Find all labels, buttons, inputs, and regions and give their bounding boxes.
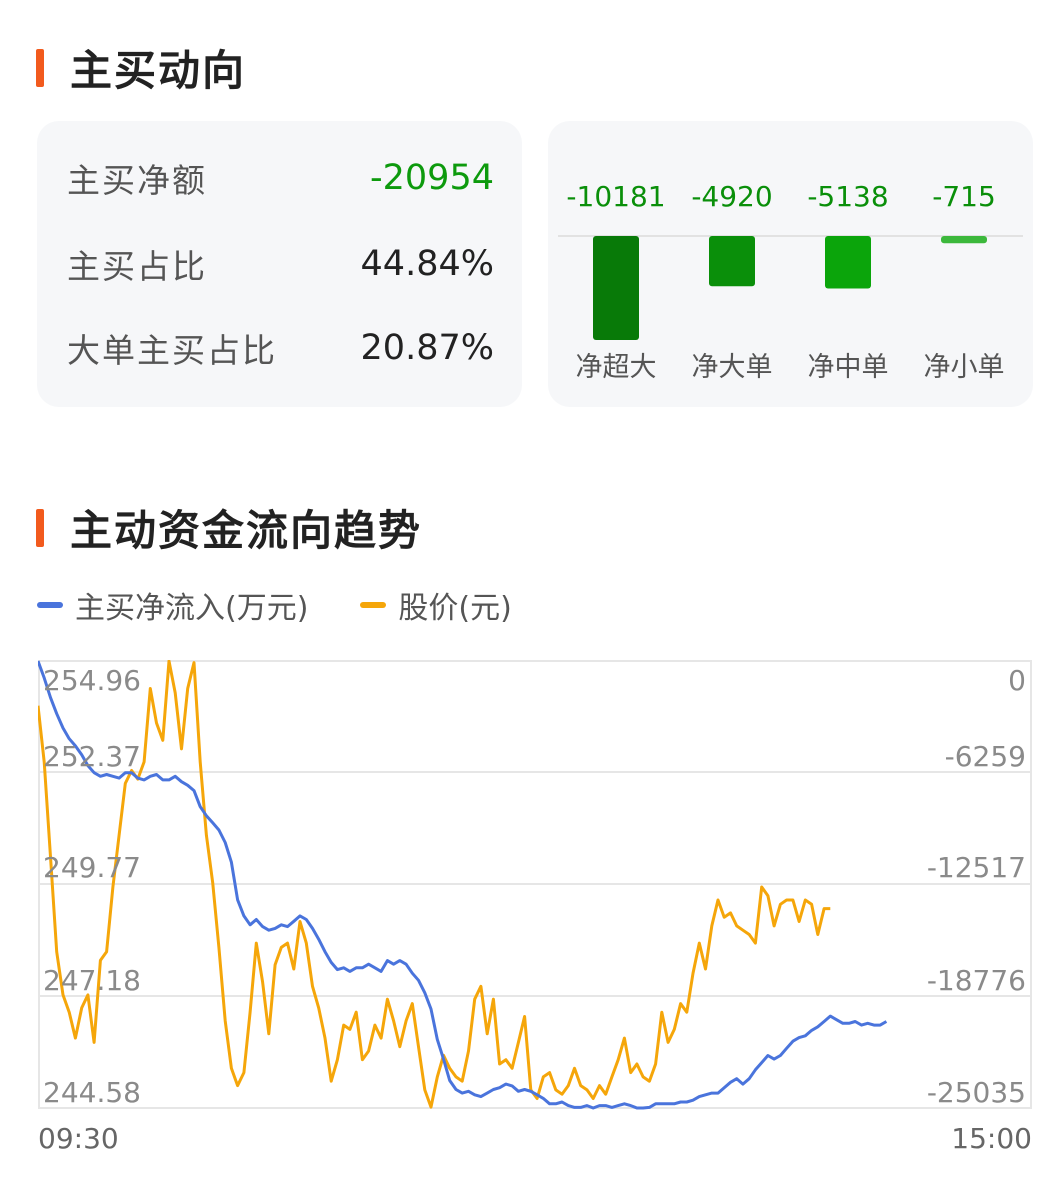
net-flow-category-label: 净大单 [692,352,773,383]
x-axis-end-label: 15:00 [951,1122,1032,1155]
net-flow-card: -10181 净超大 -4920 净大单 -5138 净中单 -715 净小单 [548,121,1033,407]
net-flow-value-label: -10181 [566,180,665,213]
summary-label: 主买净额 [67,161,207,200]
net-flow-bar-chart: -10181 净超大 -4920 净大单 -5138 净中单 -715 净小单 [558,180,1023,383]
summary-value: 44.84% [360,244,494,284]
summary-card: 主买净额 -20954 主买占比 44.84% 大单主买占比 20.87% [37,121,522,407]
summary-label: 主买占比 [67,247,207,286]
summary-row-large-ratio: 大单主买占比 20.87% [67,323,494,373]
legend-swatch-orange [360,602,387,608]
chart-legend: 主买净流入(万元) 股价(元) [37,583,564,627]
trend-line-chart: 254.96 252.37 249.77 247.18 244.58 0 -6259 -125… [36,659,1032,1110]
summary-value: -20954 [370,158,494,198]
summary-row-net: 主买净额 -20954 [67,153,494,203]
legend-item-price[interactable]: 股价(元) [360,583,512,627]
trend-chart: 254.96 252.37 249.77 247.18 244.58 0 -6259 -125… [36,659,1032,1110]
net-flow-bar [825,236,871,289]
right-axis-tick: -25035 [927,1076,1026,1109]
left-axis-tick: 247.18 [43,964,141,997]
left-axis-tick: 254.96 [43,664,141,697]
left-axis-tick: 244.58 [43,1076,141,1109]
net-flow-category-label: 净小单 [924,352,1005,383]
x-axis-start-label: 09:30 [38,1122,119,1155]
right-axis-tick: -12517 [927,851,1026,884]
net-flow-category-label: 净中单 [808,352,889,383]
net-flow-bar [941,236,987,244]
section-title-text: 主动资金流向趋势 [70,506,423,555]
net-flow-value-label: -5138 [807,180,888,213]
legend-label: 股价(元) [398,591,512,626]
summary-value: 20.87% [360,328,494,368]
section-title-main-buy: 主买动向 [36,37,246,98]
net-flow-bar [709,236,755,287]
legend-label: 主买净流入(万元) [75,591,309,626]
accent-bar [36,48,44,87]
right-axis-tick: 0 [1008,664,1026,697]
section-title-trend: 主动资金流向趋势 [36,497,422,558]
net-flow-value-label: -715 [932,180,996,213]
left-axis-tick: 252.37 [43,740,141,773]
legend-item-flow[interactable]: 主买净流入(万元) [37,583,308,627]
summary-label: 大单主买占比 [67,331,277,370]
legend-swatch-blue [37,602,63,608]
net-flow-category-label: 净超大 [576,352,657,383]
net-flow-value-label: -4920 [691,180,772,213]
section-title-text: 主买动向 [70,46,247,95]
left-axis-tick: 249.77 [43,851,141,884]
accent-bar [36,508,44,547]
summary-row-ratio: 主买占比 44.84% [67,239,494,289]
right-axis-tick: -6259 [945,740,1026,773]
right-axis-tick: -18776 [927,964,1026,997]
net-flow-bar [593,236,639,340]
